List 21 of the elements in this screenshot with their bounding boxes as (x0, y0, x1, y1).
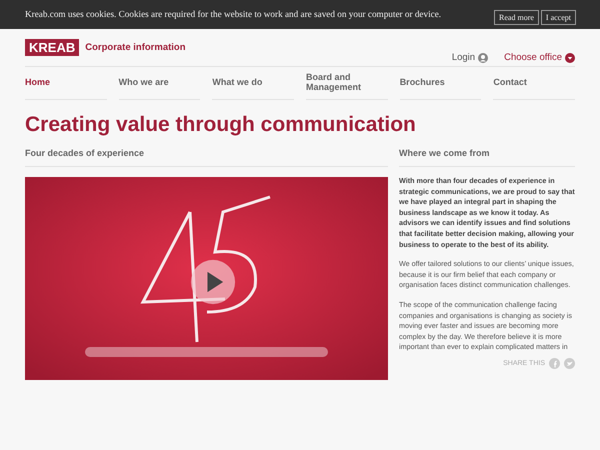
caret-icon (565, 52, 575, 62)
logo[interactable]: KREAB (25, 38, 80, 56)
section-heading: Four decades of experience (25, 148, 388, 167)
cookie-button[interactable]: Read more (494, 10, 539, 25)
nav-tab[interactable]: What we do (212, 67, 294, 100)
nav-tab[interactable]: Brochures (400, 67, 482, 100)
nav-tab[interactable]: Contact (493, 67, 576, 100)
login-link[interactable]: Login (452, 52, 488, 63)
play-button-icon[interactable] (190, 259, 236, 305)
nav-tab[interactable]: Board and Management (306, 67, 388, 100)
twitter-icon[interactable] (564, 358, 575, 369)
site-subtitle: Corporate information (85, 42, 186, 52)
office-dropdown[interactable]: Choose office (504, 52, 575, 63)
nav-tab[interactable]: Who we are (118, 67, 200, 100)
page-title: Creating value through communication (25, 113, 417, 137)
section-heading: Where we come from (399, 148, 575, 167)
cookie-notice: Kreab.com uses cookies. Cookies are required for the website to work and are saved on your computer or device. (25, 9, 442, 19)
cookie-button[interactable]: I accept (540, 10, 576, 25)
user-icon (478, 52, 488, 62)
nav-tab[interactable]: Home (25, 67, 107, 100)
facebook-icon[interactable] (549, 358, 560, 369)
